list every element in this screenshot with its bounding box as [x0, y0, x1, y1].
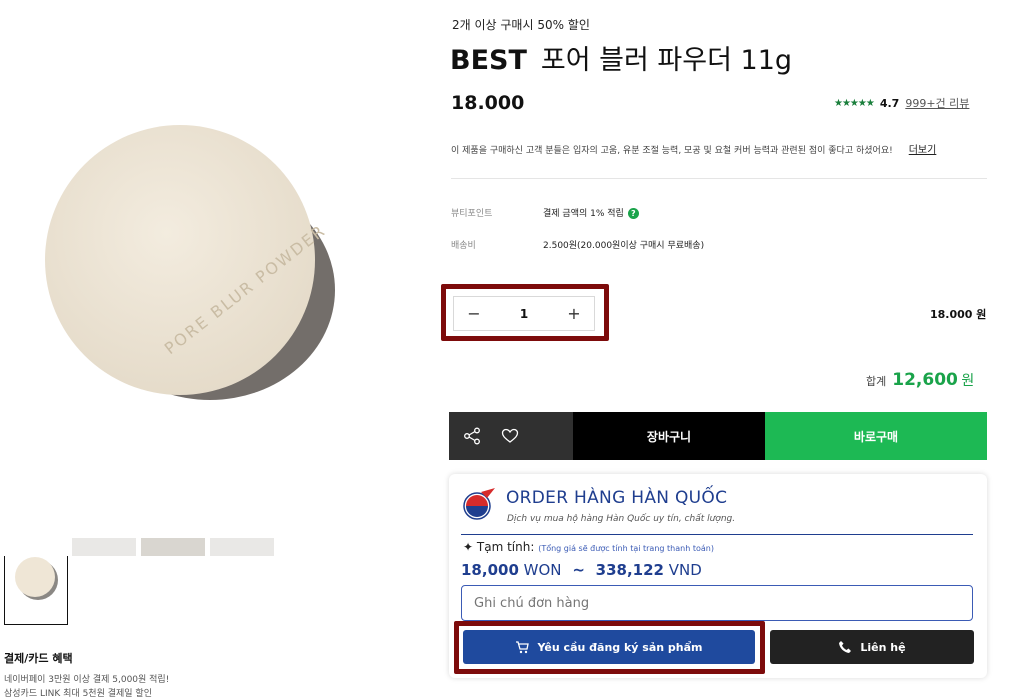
cart-button[interactable]: 장바구니 [573, 412, 765, 460]
order-note-input[interactable] [461, 585, 973, 621]
line-price: 18.000 원 [930, 308, 987, 321]
product-main-image: PORE BLUR POWDER [45, 125, 335, 400]
rating-value: 4.7 [879, 96, 900, 110]
benefit-line-1: 네이버페이 3만원 이상 결제 5,000원 적립! [4, 675, 170, 685]
thumbnail-strip [72, 538, 282, 556]
thumbnail-2[interactable] [72, 538, 136, 556]
product-title: BEST 포어 블러 파우더 11g [450, 38, 792, 77]
rating: ★★★★★ 4.7 999+건 리뷰 [834, 95, 969, 111]
thumbnail-active[interactable] [4, 556, 68, 625]
total-label: 합계 [866, 375, 887, 388]
vnd-value: 338,122 [595, 561, 664, 579]
thumbnail-4[interactable] [210, 538, 274, 556]
benefits-title: 결제/카드 혜택 [4, 652, 73, 665]
total: 합계 12,600 원 [866, 370, 974, 390]
thumbnail-image [15, 557, 58, 600]
promo-text: 2개 이상 구매시 50% 할인 [452, 18, 590, 32]
shipping-value: 2.500원(20.000원이상 구매시 무료배송) [543, 241, 705, 251]
thumbnail-3[interactable] [141, 538, 205, 556]
estimate-value: 18,000 WON ~ 338,122 VND [461, 561, 702, 579]
shipping-label: 배송비 [451, 241, 476, 251]
won-unit: WON [523, 561, 562, 579]
contact-button[interactable]: Liên hệ [770, 630, 974, 664]
product-description: 이 제품을 구매하신 고객 분들은 입자의 고움, 유분 조절 능력, 모공 및… [451, 141, 991, 156]
order-subtitle: Dịch vụ mua hộ hàng Hàn Quốc uy tín, chấ… [507, 514, 736, 524]
best-badge: BEST [450, 45, 527, 76]
help-icon[interactable]: ? [627, 208, 639, 219]
buy-now-button[interactable]: 바로구매 [765, 412, 987, 460]
estimate-label: ✦ Tạm tính: (Tổng giá sẽ được tính tại t… [463, 540, 714, 554]
order-title: ORDER HÀNG HÀN QUỐC [506, 488, 728, 508]
star-rating-icon: ★★★★★ [834, 97, 875, 109]
benefit-line-2: 삼성카드 LINK 최대 5천원 결제일 할인 [4, 689, 152, 699]
more-link[interactable]: 더보기 [909, 145, 937, 156]
tam-tinh-label: Tạm tính: [476, 540, 535, 554]
description-text: 이 제품을 구매하신 고객 분들은 입자의 고움, 유분 조절 능력, 모공 및… [451, 146, 893, 156]
contact-label: Liên hệ [860, 640, 906, 654]
share-like-area [449, 412, 573, 460]
tam-tinh-note: (Tổng giá sẽ được tính tại trang thanh t… [538, 544, 714, 553]
vnd-unit: VND [668, 561, 702, 579]
beauty-point-label: 뷰티포인트 [451, 209, 493, 219]
won-value: 18,000 [461, 561, 519, 579]
share-icon[interactable] [463, 427, 481, 445]
highlight-box-request [454, 621, 765, 674]
order-logo-icon [463, 488, 495, 520]
beauty-point-text: 결제 금액의 1% 적립 [543, 209, 624, 219]
product-name: 포어 블러 파우더 11g [540, 45, 793, 76]
order-divider [461, 534, 973, 535]
sparkle-icon: ✦ [463, 540, 474, 554]
highlight-box-quantity [441, 284, 609, 341]
beauty-point-value: 결제 금액의 1% 적립? [543, 206, 639, 219]
approx-sign: ~ [572, 561, 585, 579]
total-unit: 원 [961, 373, 975, 389]
action-bar: 장바구니 바로구매 [449, 412, 987, 460]
product-price: 18.000 [451, 92, 525, 114]
review-count-link[interactable]: 999+건 리뷰 [905, 95, 969, 111]
divider [451, 178, 987, 179]
total-amount: 12,600 [892, 370, 958, 390]
heart-icon[interactable] [501, 428, 519, 444]
phone-icon [839, 641, 852, 653]
